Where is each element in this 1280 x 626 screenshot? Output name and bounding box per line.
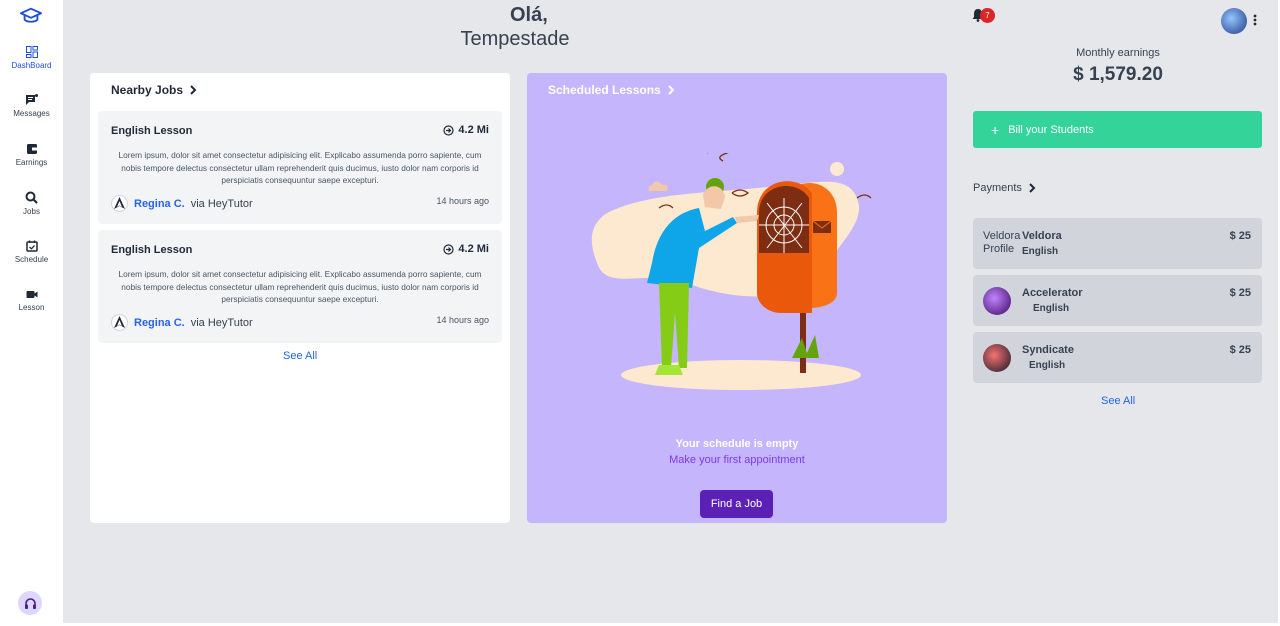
distance-icon (443, 243, 455, 255)
payments-see-all-link[interactable]: See All (1101, 395, 1135, 407)
greeting-hello: Olá, (510, 4, 548, 26)
scheduled-lessons-title: Scheduled Lessons (548, 83, 661, 97)
sidebar-item-schedule[interactable]: Schedule (0, 240, 63, 264)
payment-name: Veldora (1022, 230, 1062, 242)
nearby-jobs-header[interactable]: Nearby Jobs (111, 83, 197, 97)
payment-subject: English (1022, 246, 1059, 257)
empty-schedule-subtitle: Make your first appointment (669, 454, 805, 466)
sidebar-item-label: Jobs (23, 207, 40, 216)
chevron-right-icon (190, 85, 197, 95)
nearby-jobs-card: Nearby Jobs English Lesson 4.2 Mi Lorem … (90, 73, 510, 523)
job-author: Regina C. via HeyTutor (111, 195, 253, 212)
scheduled-lessons-header[interactable]: Scheduled Lessons (548, 83, 675, 97)
sidebar-item-label: DashBoard (11, 61, 52, 70)
payments-header[interactable]: Payments (973, 182, 1036, 194)
sidebar-item-label: Lesson (18, 303, 45, 312)
wallet-icon (26, 144, 37, 154)
job-title: English Lesson (111, 244, 193, 256)
nearby-see-all-link[interactable]: See All (283, 350, 317, 362)
job-description: Lorem ipsum, dolor sit amet consectetur … (118, 150, 482, 186)
sidebar-item-jobs[interactable]: Jobs (0, 191, 63, 216)
payment-row[interactable]: Accelerator English $ 25 (973, 275, 1262, 326)
calendar-icon (25, 240, 38, 252)
payment-avatar-broken: Veldora Profile (983, 230, 1021, 255)
sidebar-item-earnings[interactable]: Earnings (0, 143, 63, 167)
payment-name: Syndicate (1022, 344, 1074, 356)
sidebar-item-dashboard[interactable]: DashBoard (0, 46, 63, 70)
bill-students-label: Bill your Students (1008, 123, 1094, 136)
empty-schedule-title: Your schedule is empty (675, 438, 799, 450)
scheduled-lessons-card: Scheduled Lessons Your schedule is empty… (527, 73, 947, 523)
author-name-link[interactable]: Regina C. (134, 198, 185, 210)
payments-title: Payments (973, 182, 1022, 194)
job-time: 14 hours ago (436, 315, 489, 325)
monthly-earnings-label: Monthly earnings (1076, 47, 1160, 59)
payment-subject: English (1033, 303, 1070, 314)
payment-amount: $ 25 (1229, 344, 1251, 356)
job-distance: 4.2 Mi (443, 243, 489, 255)
empty-mailbox-illustration (591, 153, 872, 390)
payment-avatar (983, 344, 1011, 372)
payment-row[interactable]: Syndicate English $ 25 (973, 332, 1262, 383)
sidebar-item-label: Messages (13, 109, 50, 118)
job-time: 14 hours ago (436, 196, 489, 206)
main-area: Olá, Tempestade Nearby Jobs English Less… (63, 0, 1278, 623)
video-icon (26, 291, 37, 298)
payment-avatar (983, 287, 1011, 315)
author-avatar (111, 314, 128, 331)
messages-icon (26, 94, 38, 105)
support-button[interactable] (18, 591, 42, 615)
chevron-right-icon (1029, 183, 1036, 193)
nearby-jobs-title: Nearby Jobs (111, 83, 184, 97)
search-icon (25, 191, 38, 204)
dashboard-icon (25, 46, 38, 58)
user-avatar[interactable] (1221, 8, 1247, 34)
sidebar-item-label: Schedule (14, 255, 49, 264)
author-source: via HeyTutor (190, 197, 253, 210)
job-distance-value: 4.2 Mi (458, 243, 489, 255)
job-distance-value: 4.2 Mi (458, 124, 489, 136)
bill-students-button[interactable]: + Bill your Students (973, 111, 1262, 148)
distance-icon (443, 124, 455, 136)
author-name-link[interactable]: Regina C. (134, 317, 185, 329)
job-card[interactable]: English Lesson 4.2 Mi Lorem ipsum, dolor… (98, 111, 502, 224)
headphones-icon (24, 597, 36, 609)
monthly-earnings-value: $ 1,579.20 (1073, 64, 1163, 85)
job-description: Lorem ipsum, dolor sit amet consectetur … (118, 269, 482, 305)
payment-subject: English (1029, 360, 1066, 371)
job-author: Regina C. via HeyTutor (111, 314, 253, 331)
more-options-icon[interactable] (1253, 14, 1257, 26)
job-card[interactable]: English Lesson 4.2 Mi Lorem ipsum, dolor… (98, 230, 502, 343)
job-title: English Lesson (111, 125, 193, 137)
payment-amount: $ 25 (1229, 230, 1251, 242)
sidebar-item-messages[interactable]: Messages (0, 94, 63, 118)
author-avatar (111, 195, 128, 212)
graduation-cap-icon[interactable] (20, 6, 42, 26)
notification-badge: 7 (980, 8, 995, 23)
job-distance: 4.2 Mi (443, 124, 489, 136)
find-job-button[interactable]: Find a Job (700, 490, 773, 518)
author-source: via HeyTutor (190, 316, 253, 329)
payment-amount: $ 25 (1229, 287, 1251, 299)
sidebar-item-lesson[interactable]: Lesson (0, 289, 63, 312)
payment-name: Accelerator (1022, 287, 1083, 299)
payment-row[interactable]: Veldora Profile Veldora English $ 25 (973, 218, 1262, 269)
chevron-right-icon (667, 85, 675, 95)
sidebar-item-label: Earnings (15, 158, 48, 167)
greeting-name: Tempestade (460, 28, 570, 50)
sidebar: DashBoard Messages Earnings Jobs Schedul… (0, 0, 63, 626)
plus-icon: + (991, 121, 1000, 138)
